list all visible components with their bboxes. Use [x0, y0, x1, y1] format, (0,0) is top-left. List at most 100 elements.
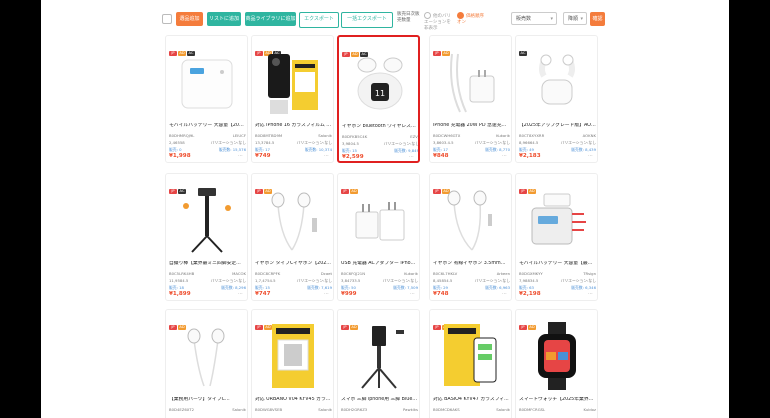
product-title[interactable]: 対応 iPhone 16 ガラスフィルム a...	[255, 123, 332, 129]
product-card[interactable]: JP AC 自撮り棒【業界最ミニ四脚安定... B0C5LRK4HB MACOK 11,9…	[165, 173, 248, 301]
product-asin-row: B0DMFCRGSL Kuldoz	[519, 407, 596, 412]
product-image[interactable]	[438, 46, 504, 118]
order-select[interactable]: 降順 ▾	[563, 12, 587, 25]
product-sales-row: 販売: 15 販売数: 7,619	[255, 285, 332, 290]
product-card[interactable]: JP AD モバイルバッテリー 大容量【最... B0DGXMKYY TRsign 7,9…	[515, 173, 598, 301]
product-card[interactable]: JPAD 対応 BASIO4 KYV47 ガラスフィ... B0DMCD6AKS Sa…	[429, 309, 512, 418]
product-variation: バリエーション:なし	[210, 278, 246, 283]
product-title[interactable]: モバイルバッテリー 大容量【最...	[519, 261, 596, 267]
svg-text:11: 11	[375, 89, 385, 98]
product-image[interactable]	[174, 184, 240, 256]
more-options-icon[interactable]: ⋯	[409, 154, 414, 160]
product-title[interactable]: 対応 URBANO V04 KYV45 ガラス...	[255, 397, 332, 403]
more-options-icon[interactable]: ⋯	[238, 153, 243, 159]
product-badges: JPAD	[433, 313, 451, 330]
product-asin-row: B0DH2GR6Z3 Pawkiks	[341, 407, 418, 412]
product-title[interactable]: 対応 BASIO4 KYV47 ガラスフィ...	[433, 397, 510, 403]
product-image[interactable]	[524, 46, 590, 118]
more-options-icon[interactable]: ⋯	[502, 153, 507, 159]
product-card[interactable]: AC 【2025年アップグレード版】AOK... B0CT8XYXRR AOKNK 8,…	[515, 35, 598, 163]
product-image[interactable]	[524, 184, 590, 256]
product-title[interactable]: USB 充電器 ACアダプター iPhon...	[341, 261, 418, 267]
product-brand: EZVJ	[410, 134, 419, 139]
product-card[interactable]: JP AD iPhone 充電器 20W PD 急速充電 ... B0DCWH6GTX…	[429, 35, 512, 163]
product-asin[interactable]: B0DMCD6AKS	[433, 407, 460, 412]
product-title[interactable]: 自撮り棒【業界最ミニ四脚安定...	[169, 261, 246, 267]
product-title[interactable]: イヤホン bluetooth ワイヤレスイ...	[342, 124, 418, 130]
product-title[interactable]: スマホ 三脚 iphone用 三脚 Bluet...	[341, 397, 418, 403]
product-card[interactable]: JP AD イヤホン 有線イヤホン 3.5mmプ... B0C6L7HKLV Arkee…	[429, 173, 512, 301]
product-card[interactable]: JP AD スマートウォッチ【2025年業界最... B0DMFCRGSL Kuldoz	[515, 309, 598, 418]
product-asin-row: B0DGXMKYY TRsign	[519, 271, 596, 276]
product-image[interactable]: 11	[347, 47, 413, 119]
product-asin[interactable]: B0D4EZ6XT2	[169, 407, 194, 412]
product-card[interactable]: JP AD USB 充電器 ACアダプター iPhon... B0C6FQJ21N Ku…	[337, 173, 420, 301]
product-asin[interactable]: B0DCWH6GTX	[433, 133, 460, 138]
product-asin-row: B0DWG8VSEB Salonik	[255, 407, 332, 412]
sort-select[interactable]: 販売数 ▾	[511, 12, 557, 25]
more-options-icon[interactable]: ⋯	[588, 153, 593, 159]
more-options-icon[interactable]: ⋯	[588, 291, 593, 297]
product-card[interactable]: JP AD スマホ 三脚 iphone用 三脚 Bluet... B0DH2GR6Z3…	[337, 309, 420, 418]
add-selection-button[interactable]: 選品追加	[176, 12, 203, 26]
product-sales: 販売: 17	[433, 147, 448, 152]
more-options-icon[interactable]: ⋯	[238, 291, 243, 297]
more-options-icon[interactable]: ⋯	[502, 291, 507, 297]
price-order-toggle[interactable]: 価格順序オン	[457, 12, 487, 26]
product-image[interactable]	[346, 320, 412, 392]
product-image[interactable]	[524, 320, 590, 392]
product-brand: LEIUCF	[232, 133, 246, 138]
product-sales-row: 販売: 17 販売数: 10,374	[255, 147, 332, 152]
product-image[interactable]	[438, 184, 504, 256]
chevron-down-icon: ▾	[580, 16, 583, 22]
bulk-export-button[interactable]: 一括エクスポート	[341, 12, 393, 28]
product-card[interactable]: JP AD イヤホン タイプCイヤホン【202... B0DC8CRPFK Dcaet 1…	[251, 173, 334, 301]
confirm-button[interactable]: 確認	[590, 12, 605, 26]
product-asin[interactable]: B0C6FQJ21N	[341, 271, 365, 276]
more-options-icon[interactable]: ⋯	[410, 291, 415, 297]
product-title[interactable]: イヤホン 有線イヤホン 3.5mmプ...	[433, 261, 510, 267]
product-image[interactable]	[174, 320, 240, 392]
product-card[interactable]: JP AD 対応 URBANO V04 KYV45 ガラス... B0DWG8VSEB…	[251, 309, 334, 418]
product-title[interactable]: 【業務用パーツ】タイプC...	[169, 397, 246, 403]
product-image[interactable]	[260, 46, 326, 118]
product-card[interactable]: JP AD AC モバイルバッテリー 大容量【2025... B0DHMRQJ9L LEI…	[165, 35, 248, 163]
product-title[interactable]: イヤホン タイプCイヤホン【202...	[255, 261, 332, 267]
product-asin[interactable]: B0DH2GR6Z3	[341, 407, 367, 412]
product-card[interactable]: JP AD AC 対応 iPhone 16 ガラスフィルム a... B0D8MTBD9…	[251, 35, 334, 163]
product-ranking: 8,45854.5	[433, 278, 453, 283]
product-brand: TRsign	[583, 271, 596, 276]
more-options-icon[interactable]: ⋯	[324, 291, 329, 297]
product-card[interactable]: JP AD 【業務用パーツ】タイプC... B0D4EZ6XT2 Salonik	[165, 309, 248, 418]
product-image[interactable]	[346, 184, 412, 256]
product-asin-row: B0DCWH6GTX Kukorik	[433, 133, 510, 138]
product-asin[interactable]: B0DC8CRPFK	[255, 271, 280, 276]
product-title[interactable]: iPhone 充電器 20W PD 急速充電 ...	[433, 123, 510, 129]
product-image[interactable]	[260, 184, 326, 256]
more-options-icon[interactable]: ⋯	[324, 153, 329, 159]
product-asin[interactable]: B0DGXMKYY	[519, 271, 543, 276]
product-card[interactable]: JP AD AC 11 イヤホン bluetooth ワイヤレスイ... B0DFKB5C…	[337, 35, 420, 163]
product-title[interactable]: スマートウォッチ【2025年業界最...	[519, 397, 596, 403]
product-image[interactable]	[260, 320, 326, 392]
product-badges: JPAD	[255, 177, 273, 194]
product-asin[interactable]: B0C5LRK4HB	[169, 271, 194, 276]
product-sales: 販売: 18	[169, 285, 184, 290]
product-image[interactable]	[174, 46, 240, 118]
hide-variations-toggle[interactable]: 他のバリエーションを非表示	[424, 12, 454, 32]
product-asin[interactable]: B0DMFCRGSL	[519, 407, 545, 412]
product-selection-page: 選品追加 リストに追加 商品ライブラリに追加 エクスポート 一括エクスポート 販…	[41, 0, 729, 418]
product-title[interactable]: モバイルバッテリー 大容量【2025...	[169, 123, 246, 129]
product-asin[interactable]: B0DWG8VSEB	[255, 407, 282, 412]
export-button[interactable]: エクスポート	[299, 12, 339, 28]
add-to-list-button[interactable]: リストに追加	[207, 12, 241, 26]
product-asin[interactable]: B0DFKB5C4K	[342, 134, 367, 139]
product-image[interactable]	[438, 320, 504, 392]
product-asin[interactable]: B0DHMRQJ9L	[169, 133, 194, 138]
product-asin[interactable]: B0D8MTBD9M	[255, 133, 282, 138]
add-to-library-button[interactable]: 商品ライブラリに追加	[245, 12, 296, 26]
product-title[interactable]: 【2025年アップグレード版】AOK...	[519, 123, 596, 129]
product-asin[interactable]: B0C6L7HKLV	[433, 271, 457, 276]
product-asin[interactable]: B0CT8XYXRR	[519, 133, 544, 138]
select-all-checkbox[interactable]	[162, 14, 172, 24]
